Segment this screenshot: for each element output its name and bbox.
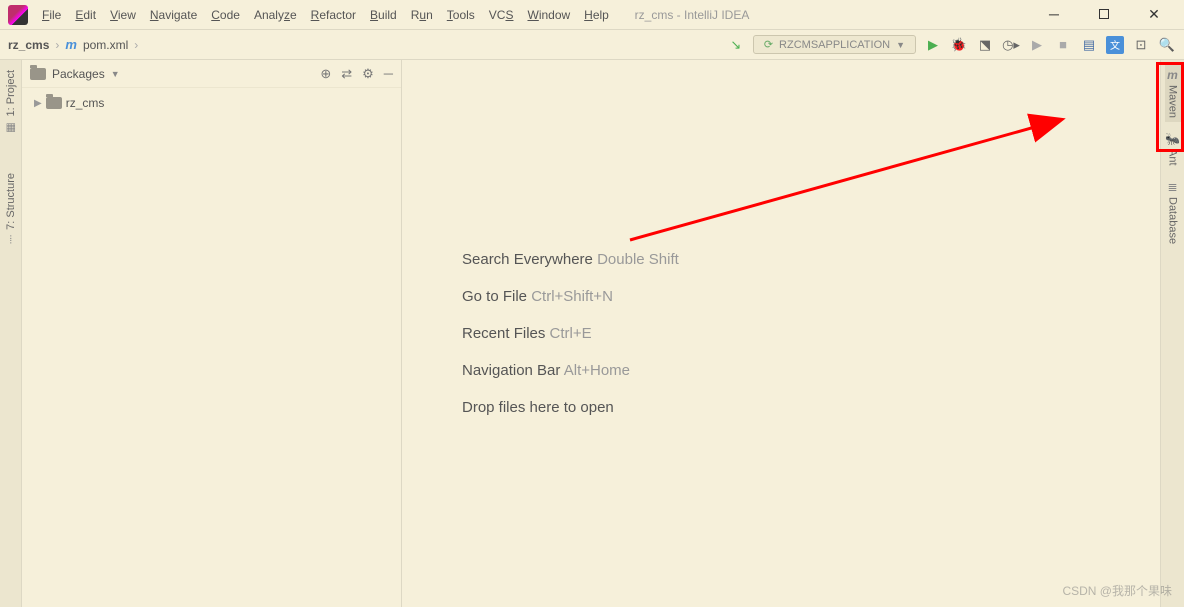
project-tree[interactable]: ▶ rz_cms: [22, 88, 401, 118]
translate-icon[interactable]: 文: [1106, 36, 1124, 54]
menu-navigate[interactable]: Navigate: [144, 4, 203, 26]
hint-shortcut: Ctrl+E: [550, 325, 592, 342]
hint-goto-file: Go to File Ctrl+Shift+N: [462, 288, 613, 305]
menu-code[interactable]: Code: [205, 4, 246, 26]
window-title: rz_cms - IntelliJ IDEA: [435, 8, 750, 22]
close-button[interactable]: ✕: [1139, 6, 1169, 23]
project-tool-tab[interactable]: ▦ 1: Project: [3, 64, 19, 139]
hammer-icon[interactable]: ↘: [727, 36, 745, 54]
ant-tool-tab[interactable]: 🐜 Ant: [1163, 128, 1182, 170]
menu-build[interactable]: Build: [364, 4, 403, 26]
project-panel-header: Packages ▼ ⊕ ⇄ ⚙ ─: [22, 60, 401, 88]
breadcrumb-project[interactable]: rz_cms: [8, 38, 49, 52]
target-icon[interactable]: ⊕: [320, 66, 331, 82]
folder-icon: [46, 97, 62, 109]
chevron-right-icon: ›: [55, 38, 59, 52]
chevron-right-icon: ›: [134, 38, 138, 52]
database-rail-icon: ≣: [1167, 180, 1177, 194]
breadcrumb-file[interactable]: pom.xml: [83, 38, 128, 52]
tree-root-item[interactable]: ▶ rz_cms: [30, 94, 393, 112]
run-button[interactable]: ▶: [924, 36, 942, 54]
maven-tool-tab[interactable]: m Maven: [1165, 64, 1181, 122]
update-button[interactable]: ▤: [1080, 36, 1098, 54]
run-config-selector[interactable]: ⟳ RZCMSAPPLICATION ▼: [753, 35, 916, 54]
dropdown-arrow-icon[interactable]: ▼: [111, 69, 120, 79]
watermark: CSDN @我那个果味: [1062, 582, 1172, 599]
menu-file[interactable]: File: [36, 4, 67, 26]
run-config-label: RZCMSAPPLICATION: [779, 39, 890, 51]
attach-button[interactable]: ▶: [1028, 36, 1046, 54]
menu-analyze[interactable]: Analyze: [248, 4, 303, 26]
structure-rail-icon: ⦙: [9, 234, 11, 247]
hint-label: Drop files here to open: [462, 399, 614, 416]
hint-shortcut: Ctrl+Shift+N: [531, 288, 613, 305]
left-tool-rail: ▦ 1: Project ⦙ 7: Structure: [0, 60, 22, 607]
maximize-button[interactable]: [1089, 6, 1119, 23]
structure-tool-tab[interactable]: ⦙ 7: Structure: [3, 167, 19, 253]
hint-recent-files: Recent Files Ctrl+E: [462, 325, 592, 342]
hint-label: Go to File: [462, 288, 527, 305]
hint-drop-files: Drop files here to open: [462, 399, 614, 416]
box-icon[interactable]: ⊡: [1132, 36, 1150, 54]
structure-rail-label: 7: Structure: [5, 173, 17, 230]
app-icon: [8, 5, 28, 25]
split-icon[interactable]: ⇄: [341, 66, 352, 82]
collapse-icon[interactable]: ─: [384, 66, 393, 82]
maven-rail-icon: m: [1167, 68, 1178, 82]
gear-icon[interactable]: ⚙: [362, 66, 374, 82]
stop-button[interactable]: ■: [1054, 36, 1072, 54]
editor-empty-state[interactable]: Search Everywhere Double Shift Go to Fil…: [402, 60, 1160, 607]
window-controls: ─ ✕: [1039, 6, 1184, 23]
breadcrumb[interactable]: rz_cms › m pom.xml ›: [8, 37, 138, 52]
coverage-button[interactable]: ⬔: [976, 36, 994, 54]
hint-shortcut: Double Shift: [597, 251, 679, 268]
panel-title-label[interactable]: Packages: [52, 67, 105, 81]
debug-button[interactable]: 🐞: [950, 36, 968, 54]
menu-edit[interactable]: Edit: [69, 4, 102, 26]
database-rail-label: Database: [1167, 197, 1179, 244]
menu-refactor[interactable]: Refactor: [305, 4, 362, 26]
spring-icon: ⟳: [764, 38, 773, 51]
hint-label: Navigation Bar: [462, 362, 560, 379]
hint-search-everywhere: Search Everywhere Double Shift: [462, 251, 679, 268]
toolbar: rz_cms › m pom.xml › ↘ ⟳ RZCMSAPPLICATIO…: [0, 30, 1184, 60]
ant-rail-label: Ant: [1167, 149, 1179, 166]
menu-view[interactable]: View: [104, 4, 142, 26]
expand-arrow-icon[interactable]: ▶: [34, 98, 42, 109]
ant-rail-icon: 🐜: [1165, 132, 1180, 146]
search-icon[interactable]: 🔍: [1158, 36, 1176, 54]
minimize-button[interactable]: ─: [1039, 6, 1069, 23]
hint-label: Search Everywhere: [462, 251, 593, 268]
title-bar: File Edit View Navigate Code Analyze Ref…: [0, 0, 1184, 30]
right-tool-rail: m Maven 🐜 Ant ≣ Database: [1160, 60, 1184, 607]
maven-rail-label: Maven: [1167, 85, 1179, 118]
maven-file-icon: m: [65, 37, 77, 52]
hint-nav-bar: Navigation Bar Alt+Home: [462, 362, 630, 379]
hint-label: Recent Files: [462, 325, 545, 342]
tree-root-label: rz_cms: [66, 96, 105, 110]
folder-icon: [30, 68, 46, 80]
hint-shortcut: Alt+Home: [564, 362, 630, 379]
project-rail-icon: ▦: [5, 120, 15, 133]
profile-button[interactable]: ◷▸: [1002, 36, 1020, 54]
project-panel: Packages ▼ ⊕ ⇄ ⚙ ─ ▶ rz_cms: [22, 60, 402, 607]
dropdown-arrow-icon: ▼: [896, 40, 905, 50]
project-rail-label: 1: Project: [5, 70, 17, 116]
database-tool-tab[interactable]: ≣ Database: [1165, 176, 1181, 248]
